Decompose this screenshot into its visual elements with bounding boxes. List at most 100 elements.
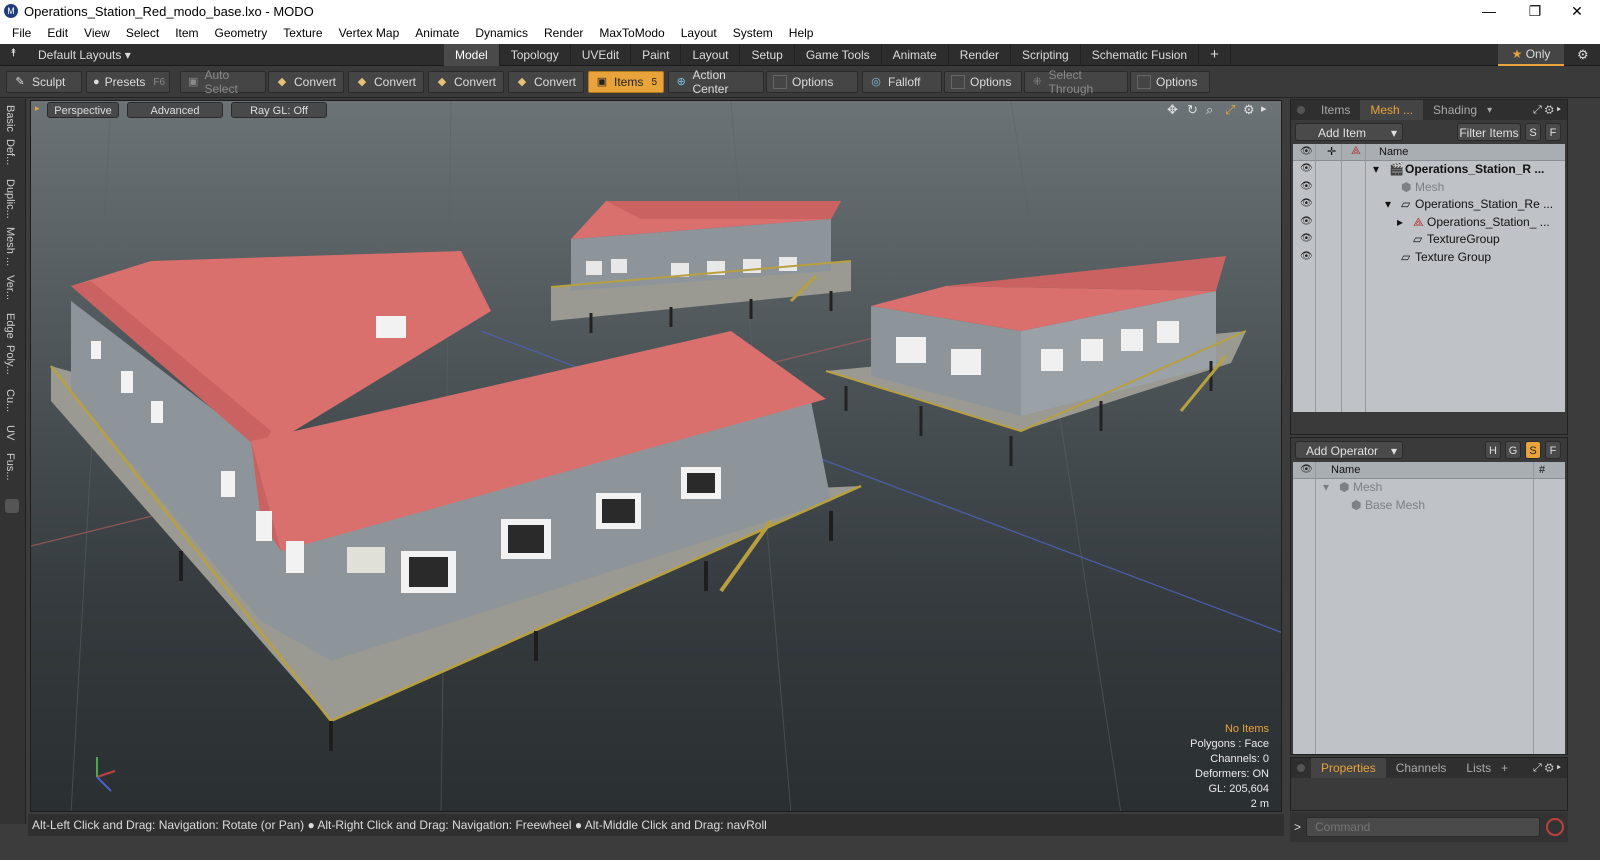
add-operator-dropdown[interactable]: Add Operator ▾ xyxy=(1295,441,1403,459)
convert-polygons-button[interactable]: ◆ Convert xyxy=(428,71,504,93)
eye-icon[interactable]: 👁 xyxy=(1300,199,1313,209)
eye-icon[interactable]: 👁 xyxy=(1300,181,1313,192)
gear-icon[interactable]: ⚙ xyxy=(1577,47,1589,63)
restore-button[interactable]: ❐ xyxy=(1512,0,1558,22)
tab-lists[interactable]: Lists xyxy=(1456,758,1501,778)
name-column-header[interactable]: Name xyxy=(1331,464,1360,476)
strip-tab-uv[interactable]: UV xyxy=(4,425,16,440)
tab-shading[interactable]: Shading xyxy=(1423,100,1487,120)
filter-items-button[interactable]: Filter Items xyxy=(1457,123,1521,141)
raygl-button[interactable]: Ray GL: Off xyxy=(231,102,327,118)
menu-maxtomodo[interactable]: MaxToModo xyxy=(591,26,672,40)
name-column-header[interactable]: Name xyxy=(1379,146,1408,158)
g-toggle[interactable]: G xyxy=(1505,441,1521,459)
tab-uvedit[interactable]: UVEdit xyxy=(571,44,632,66)
items-mode-button[interactable]: ▣ Items 5 xyxy=(588,71,664,93)
advanced-shading-button[interactable]: Advanced xyxy=(127,102,223,118)
menu-render[interactable]: Render xyxy=(536,26,591,40)
menu-system[interactable]: System xyxy=(725,26,781,40)
f-toggle[interactable]: F xyxy=(1545,441,1561,459)
add-item-dropdown[interactable]: Add Item ▾ xyxy=(1295,123,1403,141)
perspective-button[interactable]: Perspective xyxy=(47,102,119,118)
tree-row[interactable]: 👁 ▱ TextureGroup xyxy=(1293,231,1565,249)
3d-viewport[interactable]: ▸ Perspective Advanced Ray GL: Off ✥ ↻ ⌕… xyxy=(30,100,1282,812)
zoom-icon[interactable]: ⌕ xyxy=(1206,102,1213,118)
tab-setup[interactable]: Setup xyxy=(740,44,795,66)
convert-items-button[interactable]: ◆ Convert xyxy=(508,71,584,93)
pin-icon[interactable]: ⯭ xyxy=(10,47,17,60)
tab-mesh-ops[interactable]: Mesh ... xyxy=(1360,100,1424,120)
select-through-options-button[interactable]: Options xyxy=(1130,71,1210,93)
menu-vertex-map[interactable]: Vertex Map xyxy=(331,26,408,40)
tree-row[interactable]: 👁 ▱ Texture Group xyxy=(1293,249,1565,267)
eye-icon[interactable]: 👁 xyxy=(1300,234,1313,244)
strip-tab-fusion[interactable]: Fus... xyxy=(4,453,16,481)
close-button[interactable]: ✕ xyxy=(1554,0,1600,22)
tab-scripting[interactable]: Scripting xyxy=(1011,44,1081,66)
tab-paint[interactable]: Paint xyxy=(631,44,682,66)
tree-row[interactable]: ▾ ⬢ Mesh xyxy=(1293,479,1565,497)
menu-layout[interactable]: Layout xyxy=(673,26,725,40)
menu-help[interactable]: Help xyxy=(781,26,822,40)
panel-expand-icon[interactable]: ⤢ ⚙ ▸ xyxy=(1533,762,1561,775)
strip-tab-edge[interactable]: Edge xyxy=(4,313,16,339)
tree-row[interactable]: 👁 ▾ 🎬 Operations_Station_R ... xyxy=(1293,161,1565,179)
eye-icon[interactable]: 👁 xyxy=(1300,251,1313,262)
menu-geometry[interactable]: Geometry xyxy=(207,26,276,40)
tab-model[interactable]: Model xyxy=(444,44,500,66)
tab-animate[interactable]: Animate xyxy=(882,44,949,66)
record-icon[interactable] xyxy=(1546,818,1564,836)
select-through-button[interactable]: ⁜ Select Through xyxy=(1024,68,1128,96)
command-input[interactable] xyxy=(1306,817,1540,837)
add-tab-button[interactable]: + xyxy=(1501,761,1508,775)
tree-row[interactable]: 👁 ▸ ⟁ Operations_Station_ ... xyxy=(1293,214,1565,232)
s-toggle-active[interactable]: S xyxy=(1525,441,1541,459)
convert-vertices-button[interactable]: ◆ Convert xyxy=(268,71,344,93)
f-toggle[interactable]: F xyxy=(1545,123,1561,141)
pan-icon[interactable]: ✥ xyxy=(1167,102,1178,118)
tab-channels[interactable]: Channels xyxy=(1386,758,1457,778)
strip-tab-mesh[interactable]: Mesh ... xyxy=(4,227,16,266)
strip-tab-vertex[interactable]: Ver... xyxy=(4,275,16,300)
menu-texture[interactable]: Texture xyxy=(275,26,330,40)
menu-view[interactable]: View xyxy=(76,26,118,40)
tab-layout[interactable]: Layout xyxy=(681,44,741,66)
menu-file[interactable]: File xyxy=(4,26,39,40)
tab-schematic-fusion[interactable]: Schematic Fusion xyxy=(1081,44,1200,66)
strip-tab-basic[interactable]: Basic xyxy=(4,105,16,132)
add-tab-button[interactable]: + xyxy=(1199,44,1231,66)
tab-game-tools[interactable]: Game Tools xyxy=(795,44,882,66)
menu-edit[interactable]: Edit xyxy=(39,26,76,40)
menu-select[interactable]: Select xyxy=(118,26,167,40)
strip-tab-duplicate[interactable]: Duplic... xyxy=(4,179,16,219)
menu-animate[interactable]: Animate xyxy=(407,26,467,40)
eye-icon[interactable]: 👁 xyxy=(1300,216,1313,227)
s-toggle[interactable]: S xyxy=(1525,123,1541,141)
default-layouts-dropdown[interactable]: Default Layouts ▾ xyxy=(38,48,131,62)
convert-edges-button[interactable]: ◆ Convert xyxy=(348,71,424,93)
only-toggle[interactable]: ★ Only xyxy=(1498,44,1564,66)
expand-arrow-icon[interactable]: ▸ xyxy=(1261,102,1267,115)
tree-row[interactable]: 👁 ▾ ▱ Operations_Station_Re ... xyxy=(1293,196,1565,214)
action-center-options-button[interactable]: Options xyxy=(766,71,858,93)
tab-overflow-icon[interactable]: ▾ xyxy=(1487,105,1492,116)
strip-options-button[interactable] xyxy=(5,499,19,513)
falloff-options-button[interactable]: Options xyxy=(944,71,1022,93)
menu-item[interactable]: Item xyxy=(167,26,206,40)
tab-items[interactable]: Items xyxy=(1311,100,1360,120)
tab-render[interactable]: Render xyxy=(949,44,1012,66)
tab-properties[interactable]: Properties xyxy=(1311,758,1386,778)
auto-select-button[interactable]: ▣ Auto Select xyxy=(180,68,266,96)
fit-icon[interactable]: ⤢ xyxy=(1225,102,1235,118)
tab-topology[interactable]: Topology xyxy=(500,44,571,66)
strip-tab-curve[interactable]: Cu... xyxy=(4,389,16,412)
sculpt-button[interactable]: ✎ Sculpt xyxy=(6,71,82,93)
viewport-gear-icon[interactable]: ⚙ xyxy=(1243,102,1255,118)
rotate-icon[interactable]: ↻ xyxy=(1187,102,1198,118)
viewport-menu-icon[interactable]: ▸ xyxy=(35,103,40,114)
h-toggle[interactable]: H xyxy=(1485,441,1501,459)
menu-dynamics[interactable]: Dynamics xyxy=(467,26,536,40)
presets-button[interactable]: ● Presets F6 xyxy=(86,71,170,93)
eye-icon[interactable]: 👁 xyxy=(1300,164,1313,174)
tree-row[interactable]: ⬢ Base Mesh xyxy=(1293,497,1565,515)
